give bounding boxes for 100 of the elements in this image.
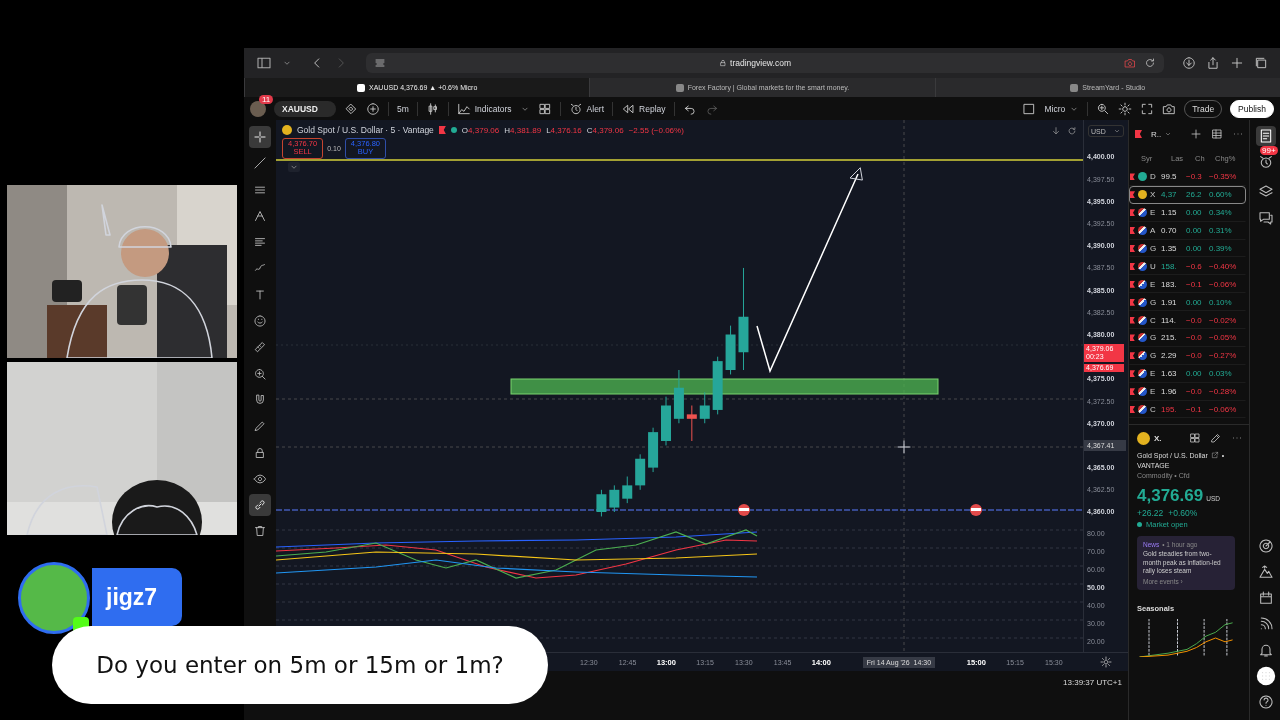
alert-line[interactable] [276, 509, 1084, 511]
flag-icon[interactable] [1130, 388, 1135, 396]
edit-icon[interactable] [1210, 432, 1222, 445]
fullscreen-icon[interactable] [1140, 101, 1155, 116]
coin-icon [282, 125, 292, 135]
camera-blocked-icon[interactable] [1124, 57, 1136, 69]
new-tab-icon[interactable] [1230, 56, 1244, 70]
crosshair-icon[interactable] [249, 126, 271, 148]
watchlist-row[interactable]: E 1.63 0.00 0.03% [1129, 364, 1246, 383]
change-cell-text: −0.1 [1186, 279, 1203, 289]
arrow-down-icon[interactable] [1051, 126, 1062, 136]
watchlist-row[interactable]: E 1.96 −0.0 −0.28% [1129, 382, 1246, 401]
checkbox-icon[interactable] [1022, 101, 1037, 116]
publish-button[interactable]: Publish [1230, 99, 1274, 118]
flag-icon[interactable] [1130, 298, 1135, 306]
search-icon[interactable] [1096, 101, 1111, 116]
add-symbol-icon[interactable] [365, 101, 380, 116]
percent-change-cell-text: 0.03% [1209, 369, 1233, 379]
symbol-cell-text: C [1150, 405, 1157, 414]
flag-icon[interactable] [1130, 245, 1135, 252]
flag-icon[interactable] [1130, 334, 1135, 342]
change-cell-text: −0.0 [1186, 333, 1203, 343]
flag-icon[interactable] [1130, 209, 1135, 217]
arrow-drawing[interactable] [756, 167, 863, 374]
share-icon[interactable] [1206, 56, 1220, 70]
indicators-button[interactable]: Indicators [456, 101, 512, 116]
chat-message: Do you enter on 5m or 15m or 1m? [52, 626, 548, 704]
replay-button[interactable]: Replay [621, 101, 666, 116]
username-tag: jigz7 [92, 568, 182, 626]
percent-change-cell-text: −0.40% [1209, 261, 1238, 271]
change-cell-text: −0.1 [1186, 405, 1203, 414]
help-icon[interactable] [1256, 692, 1276, 712]
external-link-icon[interactable] [1210, 451, 1219, 460]
refresh-icon[interactable] [1144, 57, 1156, 69]
diamond-icon[interactable] [343, 101, 358, 116]
tabs-overview-icon[interactable] [1254, 56, 1268, 70]
flag-icon[interactable] [1130, 406, 1135, 413]
settings-icon[interactable] [1118, 101, 1133, 116]
add-icon[interactable] [1190, 128, 1203, 140]
flag-icon[interactable] [1130, 191, 1135, 199]
sidebar-icon[interactable] [256, 55, 272, 71]
watchlist-row[interactable]: G 1.91 0.00 0.10% [1129, 293, 1246, 312]
target-icon[interactable] [1256, 536, 1276, 556]
refresh-icon[interactable] [1067, 126, 1078, 136]
alert-icon[interactable] [970, 504, 982, 516]
interval-button[interactable]: 5m [396, 103, 409, 114]
flag-icon[interactable] [438, 126, 446, 134]
change-cell-text: −0.3 [1186, 172, 1203, 182]
last-price-cell-text: 99.5 [1161, 172, 1178, 182]
watchlist-row[interactable]: C 195. −0.1 −0.06% [1129, 400, 1246, 419]
alert-icon[interactable] [738, 504, 750, 516]
symbol-cell-text: U [1150, 261, 1157, 271]
last-price-cell-text: 114. [1161, 315, 1177, 325]
change-cell-text: 0.00 [1186, 297, 1203, 307]
user-avatar[interactable] [250, 100, 266, 117]
percent-change-cell-text: −0.02% [1209, 315, 1238, 325]
symbol-title[interactable]: Gold Spot / U.S. Dollar · 5 · Vantage [297, 125, 434, 135]
table-icon[interactable] [1211, 128, 1224, 140]
last-price-cell-text: 215. [1161, 333, 1178, 343]
watchlist-row[interactable]: E 183. −0.1 −0.06% [1129, 275, 1246, 294]
percent-change-cell-text: 0.34% [1209, 208, 1233, 218]
watchlist-row[interactable]: C 114. −0.0 −0.02% [1129, 311, 1246, 329]
change-cell-text: 0.00 [1186, 226, 1203, 236]
flag-icon[interactable] [1130, 173, 1135, 181]
settings-icon[interactable] [1100, 656, 1112, 668]
watchlist-row[interactable]: G 1.35 0.00 0.39% [1129, 239, 1246, 258]
watchlist-row[interactable]: A 0.70 0.00 0.31% [1129, 221, 1246, 240]
candlestick [712, 356, 723, 415]
symbol-search[interactable]: XAUUSD [274, 100, 336, 117]
flag-icon[interactable] [1130, 227, 1135, 235]
candlestick [635, 453, 646, 491]
watchlist-row[interactable]: D 99.5 −0.3 −0.35% [1129, 168, 1246, 186]
notification-badge: 11 [259, 95, 274, 104]
account-dropdown[interactable]: Micro [1044, 103, 1080, 114]
link-icon[interactable] [249, 494, 271, 517]
watchlist-row[interactable]: G 2.29 −0.0 −0.27% [1129, 346, 1246, 365]
camera-icon[interactable] [1162, 101, 1177, 116]
flag-icon[interactable] [1130, 316, 1135, 324]
flag-icon[interactable] [1130, 262, 1135, 270]
flag-icon[interactable] [1130, 370, 1135, 378]
flag-icon[interactable] [1130, 352, 1135, 360]
download-icon[interactable] [1182, 56, 1196, 70]
collapse-chevron-icon[interactable] [288, 161, 300, 172]
watchlist-icon[interactable] [1256, 126, 1276, 146]
symbol-cell: G [1150, 351, 1158, 361]
change-cell-text: −0.0 [1186, 387, 1203, 397]
watchlist-row[interactable]: E 1.15 0.00 0.34% [1129, 203, 1246, 222]
layout-grid-icon[interactable] [537, 101, 552, 116]
flag-icon[interactable] [1130, 280, 1135, 288]
alert-button[interactable]: Alert [568, 101, 605, 116]
candlestick [661, 396, 671, 446]
flag-icon[interactable] [1135, 130, 1142, 138]
symbol-cell-text: C [1150, 315, 1157, 325]
watchlist-row[interactable]: G 215. −0.0 −0.05% [1129, 329, 1246, 347]
grid-icon[interactable] [1189, 432, 1201, 445]
watchlist-row[interactable]: U 158. −0.6 −0.40% [1129, 257, 1246, 276]
watchlist-dropdown[interactable]: R.. [1151, 129, 1173, 139]
apps-grid-icon[interactable] [1256, 666, 1276, 686]
watchlist-row[interactable]: X 4,37 26.2 0.60% [1129, 185, 1246, 204]
clock-time[interactable]: 13:39:37 UTC+1 [1063, 677, 1122, 687]
